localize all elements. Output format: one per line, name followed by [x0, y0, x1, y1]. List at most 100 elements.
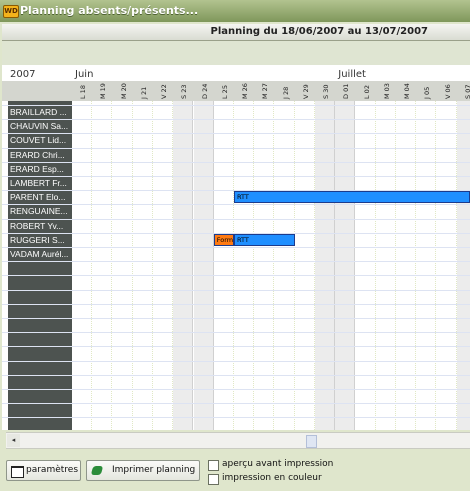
- day-header: L 25: [214, 81, 234, 101]
- day-header: M 03: [376, 81, 396, 101]
- day-column: [153, 101, 173, 430]
- day-header: V 22: [153, 81, 173, 101]
- absence-bar[interactable]: RTT: [234, 234, 295, 246]
- day-header: M 27: [254, 81, 274, 101]
- day-header: D 01: [335, 81, 355, 101]
- day-header: M 19: [92, 81, 112, 101]
- day-column: [254, 101, 275, 430]
- planning-window: WD Planning absents/présents... Planning…: [0, 0, 470, 491]
- day-header: L 02: [356, 81, 376, 101]
- day-column: [72, 101, 92, 430]
- day-header-label: J 28: [281, 86, 290, 99]
- person-name[interactable]: RENGUAINE...: [10, 205, 72, 217]
- day-column: [356, 101, 376, 430]
- day-column: [416, 101, 437, 430]
- day-header: M 20: [113, 81, 133, 101]
- parametres-button[interactable]: paramètres: [6, 460, 81, 481]
- preview-checkbox[interactable]: [208, 460, 219, 471]
- person-name[interactable]: BRAILLARD ...: [10, 106, 72, 118]
- day-header-label: L 02: [362, 85, 371, 99]
- person-name[interactable]: ERARD Esp...: [10, 163, 72, 175]
- day-header: V 06: [437, 81, 457, 101]
- grid-row-line: [2, 275, 470, 276]
- day-header-label: J 21: [139, 86, 148, 99]
- day-column: [396, 101, 416, 430]
- day-header: J 05: [416, 81, 436, 101]
- person-name[interactable]: VADAM Aurél...: [10, 248, 72, 260]
- settings-icon: [11, 466, 24, 478]
- grid-row-line: [2, 375, 470, 376]
- day-header-label: V 22: [160, 84, 168, 99]
- day-column: [92, 101, 113, 430]
- grid-row-line: [2, 332, 470, 333]
- person-name[interactable]: COUVET Lid...: [10, 134, 72, 146]
- absence-bar[interactable]: Form: [213, 234, 234, 246]
- color-print-checkbox[interactable]: [208, 474, 219, 485]
- scroll-thumb[interactable]: [306, 435, 317, 448]
- title-bar: WD Planning absents/présents...: [0, 0, 470, 22]
- grid-row-line: [2, 204, 470, 205]
- day-header: D 24: [194, 81, 214, 101]
- day-column: [456, 101, 470, 430]
- grid-row-line: [2, 346, 470, 347]
- person-name[interactable]: ROBERT Yv...: [10, 220, 72, 232]
- day-column: [437, 101, 457, 430]
- color-print-checkbox-label: impression en couleur: [222, 473, 322, 483]
- person-name[interactable]: CHAUVIN Sa...: [10, 120, 72, 132]
- grid-row-line: [2, 304, 470, 305]
- person-name[interactable]: RUGGERI S...: [10, 234, 72, 246]
- day-header-label: S 23: [180, 84, 189, 99]
- day-column: [376, 101, 396, 430]
- person-name[interactable]: ERARD Chri...: [10, 149, 72, 161]
- day-header: S 07: [457, 81, 470, 101]
- grid-row-line: [2, 290, 470, 291]
- day-column: [335, 101, 356, 430]
- day-header-label: S 30: [322, 84, 330, 99]
- period-header: Planning du 18/06/2007 au 13/07/2007: [2, 24, 470, 41]
- day-column: [214, 101, 234, 430]
- day-header: L 18: [72, 81, 92, 101]
- grid-row-line: [2, 318, 470, 319]
- day-column: [193, 101, 214, 430]
- grid-row-line: [2, 219, 470, 220]
- print-planning-button[interactable]: Imprimer planning: [86, 460, 200, 481]
- planning-grid[interactable]: 2007 L 18 M 19 M 20 J 21 V 22 S 23 D 24 L 25 M 2…: [2, 41, 470, 430]
- year-label: 2007: [10, 69, 36, 80]
- day-header: V 29: [295, 81, 315, 101]
- person-name[interactable]: PARENT Elo...: [10, 191, 72, 203]
- grid-row-line: [2, 417, 470, 418]
- day-header-label: M 20: [119, 83, 128, 99]
- windev-app-icon: WD: [3, 5, 19, 18]
- person-name[interactable]: LAMBERT Fr...: [10, 177, 72, 189]
- day-header-label: M 19: [99, 83, 108, 99]
- grid-row-line: [2, 119, 470, 120]
- day-column: [315, 101, 335, 430]
- month-label: Juillet: [338, 69, 366, 80]
- window-title: Planning absents/présents...: [20, 4, 199, 17]
- scroll-left-arrow[interactable]: ◂: [7, 434, 20, 447]
- day-column: [133, 101, 153, 430]
- print-planning-button-label: Imprimer planning: [112, 465, 196, 475]
- absence-bar[interactable]: RTT: [234, 191, 470, 203]
- preview-checkbox-label: aperçu avant impression: [222, 459, 334, 469]
- day-header-label: D 24: [200, 83, 209, 99]
- day-header-label: M 26: [241, 83, 249, 99]
- day-header-label: M 03: [382, 83, 391, 99]
- grid-row-line: [2, 105, 470, 106]
- grid-top-band: [2, 41, 470, 65]
- day-header-label: S 07: [463, 84, 470, 99]
- day-header: M 26: [234, 81, 254, 101]
- day-header-label: M 04: [403, 83, 411, 99]
- day-column: [113, 101, 133, 430]
- grid-row-line: [2, 247, 470, 248]
- day-header: J 21: [133, 81, 153, 101]
- absence-label: RTT: [237, 236, 249, 244]
- horizontal-scrollbar[interactable]: ◂: [6, 432, 470, 449]
- grid-row-line: [2, 403, 470, 404]
- day-column: [173, 101, 194, 430]
- absence-label: Form: [216, 236, 234, 244]
- grid-row-line: [2, 389, 470, 390]
- grid-row-line: [2, 133, 470, 134]
- grid-row-line: [2, 261, 470, 262]
- day-column: [275, 101, 295, 430]
